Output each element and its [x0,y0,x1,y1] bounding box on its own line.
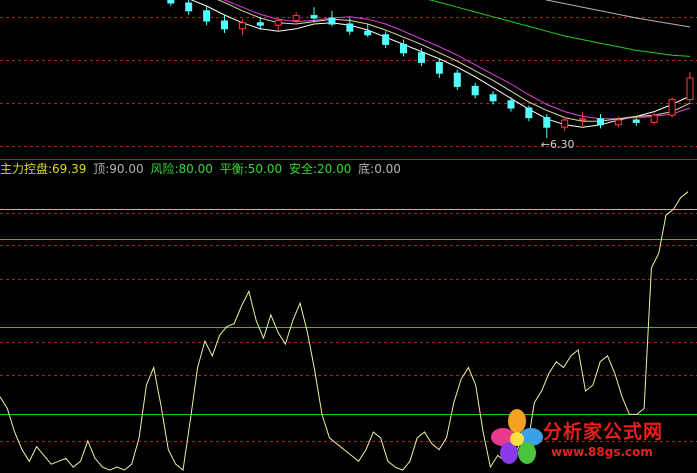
candle-up [274,19,282,26]
candle-up [238,22,246,30]
level-risk-value: 80.00 [178,162,213,176]
level-bottom-label: 底: [358,162,375,176]
flower-logo-icon [491,409,543,464]
candle-down [400,43,408,54]
level-safe-value: 20.00 [316,162,352,176]
level-bottom-value: 0.00 [374,162,401,176]
indicator-header: 主力控盘:69.39 顶:90.00 风险:80.00 平衡:50.00 安全:… [0,161,404,177]
candle-down [382,34,390,45]
candle-up [561,119,569,128]
moving-average-line [544,0,691,28]
candle-down [543,117,551,128]
indicator-value: 69.39 [52,162,87,176]
candle-down [346,23,354,32]
candle-down [167,0,175,4]
level-balance-label: 平衡: [219,162,248,176]
candle-down [328,17,336,25]
candle-down [507,100,515,109]
candle-down [632,119,640,123]
candle-down [471,85,479,96]
candle-down [435,61,443,74]
candle-up [292,15,300,21]
candle-up [579,118,587,121]
candle-down [185,2,193,12]
chart-stage: ←6.30 [0,0,697,472]
moving-average-line [190,0,691,128]
level-balance-value: 50.00 [247,162,283,176]
candle-down [221,20,229,30]
low-price-annotation: ←6.30 [541,138,575,151]
candle-down [525,107,533,119]
candle-down [417,52,425,63]
candle-up [650,114,658,123]
level-top-label: 顶: [93,162,110,176]
watermark: 分析家公式网 www.88gs.com [489,407,689,469]
watermark-title: 分析家公式网 [543,421,664,443]
candle-down [596,118,604,126]
candle-up [614,119,622,126]
watermark-url: www.88gs.com [551,445,653,459]
level-risk-label: 风险: [150,162,179,176]
candle-down [310,15,318,19]
candle-down [453,72,461,87]
indicator-name: 主力控盘: [0,162,53,176]
candle-down [364,30,372,36]
level-safe-label: 安全: [288,162,317,176]
candle-down [203,10,211,22]
candle-down [256,22,264,26]
price-panel: ←6.30 [0,0,697,151]
level-top-value: 90.00 [109,162,144,176]
candle-down [489,94,497,102]
candle-up [686,77,694,101]
candle-up [668,99,676,116]
